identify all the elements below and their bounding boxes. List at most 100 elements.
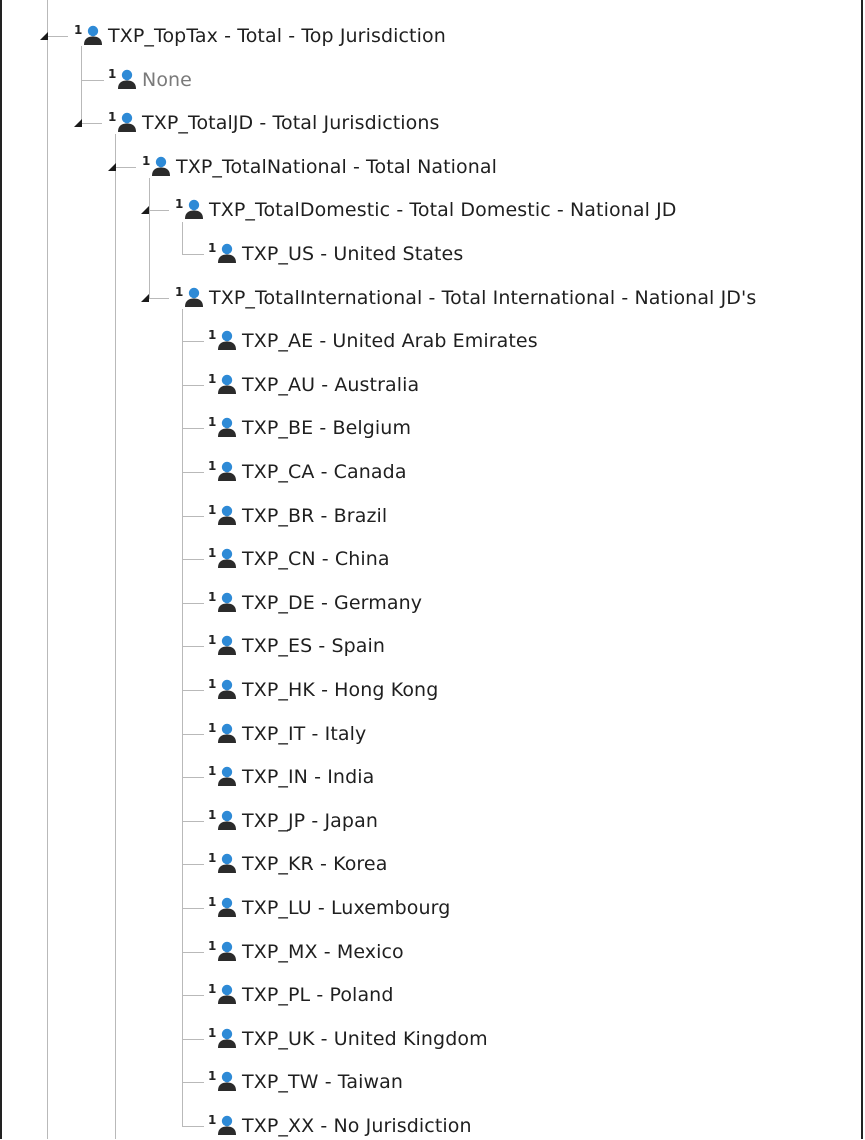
member-icon: 1 [208, 241, 238, 266]
tree-node-label: TXP_TopTax - Total - Top Jurisdiction [108, 25, 446, 47]
tree-node-label: TXP_KR - Korea [242, 853, 388, 876]
tree-node-be[interactable]: 1 TXP_BE - Belgium [208, 414, 411, 442]
tree-node-label: TXP_BE - Belgium [242, 417, 412, 440]
tree-connector [149, 297, 169, 299]
member-icon: 1 [208, 328, 238, 353]
tree-node-label: TXP_CA - Canada [242, 461, 407, 483]
tree-connector [182, 777, 204, 779]
tree-connector [182, 1082, 204, 1084]
tree-connector [182, 559, 204, 561]
tree-node-label: TXP_TotalInternational - Total Internati… [209, 286, 757, 309]
tree-node-none[interactable]: 1 None [108, 66, 192, 94]
member-icon: 1 [208, 939, 238, 964]
member-icon: 1 [208, 764, 238, 789]
tree-connector [182, 1038, 204, 1040]
member-icon: 1 [208, 415, 238, 440]
member-icon: 1 [74, 23, 104, 48]
tree-node-label: TXP_AE - United Arab Emirates [242, 330, 538, 353]
tree-connector [182, 995, 204, 997]
tree-connector [182, 384, 204, 386]
tree-node-label: TXP_HK - Hong Kong [242, 679, 439, 701]
tree-connector [182, 864, 204, 866]
tree-node-toptax[interactable]: 1 TXP_TopTax - Total - Top Jurisdiction [74, 22, 446, 50]
tree-connector [182, 428, 204, 430]
tree-node-label: TXP_CN - China [242, 548, 390, 571]
tree-node-ca[interactable]: 1 TXP_CA - Canada [208, 458, 407, 486]
member-icon: 1 [208, 982, 238, 1007]
tree-node-label: TXP_MX - Mexico [242, 940, 404, 963]
tree-connector [182, 690, 204, 691]
member-icon: 1 [208, 677, 238, 702]
tree-connector [182, 733, 204, 735]
tree-node-totaljd[interactable]: 1 TXP_TotalJD - Total Jurisdictions [108, 109, 440, 137]
tree-guide-line [81, 46, 82, 123]
tree-node-kr[interactable]: 1 TXP_KR - Korea [208, 850, 387, 878]
member-icon: 1 [208, 372, 238, 397]
tree-node-label: TXP_US - United States [242, 243, 464, 265]
tree-node-es[interactable]: 1 TXP_ES - Spain [208, 632, 385, 660]
tree-node-label: TXP_TotalNational - Total National [176, 155, 498, 178]
tree-node-label: TXP_DE - Germany [242, 591, 423, 614]
tree-node-label: TXP_BR - Brazil [242, 504, 388, 527]
tree-node-totaldomestic[interactable]: 1 TXP_TotalDomestic - Total Domestic - N… [175, 196, 677, 224]
expand-toggle-icon[interactable] [141, 293, 149, 302]
tree-node-jp[interactable]: 1 TXP_JP - Japan [208, 807, 378, 835]
member-icon: 1 [175, 197, 205, 222]
expand-toggle-icon[interactable] [108, 162, 116, 171]
tree-node-totalinternational[interactable]: 1 TXP_TotalInternational - Total Interna… [175, 284, 756, 312]
tree-node-xx[interactable]: 1 TXP_XX - No Jurisdiction [208, 1112, 472, 1140]
member-icon: 1 [208, 503, 238, 528]
member-icon: 1 [208, 459, 238, 484]
tree-connector [182, 602, 204, 604]
tree-node-label: TXP_TW - Taiwan [242, 1071, 404, 1094]
member-icon: 1 [175, 285, 205, 310]
tree-node-br[interactable]: 1 TXP_BR - Brazil [208, 502, 387, 530]
expand-toggle-icon[interactable] [74, 119, 82, 128]
tree-node-label: TXP_UK - United Kingdom [242, 1027, 488, 1050]
tree-node-uk[interactable]: 1 TXP_UK - United Kingdom [208, 1025, 488, 1053]
tree-node-lu[interactable]: 1 TXP_LU - Luxembourg [208, 894, 450, 922]
tree-node-it[interactable]: 1 TXP_IT - Italy [208, 720, 366, 748]
expand-toggle-icon[interactable] [40, 32, 48, 40]
tree-connector [116, 166, 136, 168]
tree-connector [182, 820, 204, 822]
member-icon: 1 [208, 546, 238, 571]
tree-node-label: TXP_XX - No Jurisdiction [242, 1115, 472, 1137]
tree-node-label: TXP_IN - India [242, 766, 375, 789]
tree-node-mx[interactable]: 1 TXP_MX - Mexico [208, 938, 404, 966]
tree-node-pl[interactable]: 1 TXP_PL - Poland [208, 981, 394, 1009]
member-icon: 1 [208, 1069, 238, 1094]
tree-node-hk[interactable]: 1 TXP_HK - Hong Kong [208, 676, 438, 704]
tree-node-tw[interactable]: 1 TXP_TW - Taiwan [208, 1068, 403, 1096]
tree-connector [182, 908, 204, 909]
member-icon: 1 [208, 1113, 238, 1138]
tree-node-de[interactable]: 1 TXP_DE - Germany [208, 589, 422, 617]
tree-guide-line [115, 134, 116, 1139]
member-icon: 1 [208, 851, 238, 876]
tree-connector [48, 36, 68, 37]
tree-node-ae[interactable]: 1 TXP_AE - United Arab Emirates [208, 327, 538, 355]
tree-guide-line [47, 0, 48, 36]
member-icon: 1 [208, 895, 238, 920]
tree-node-label: None [142, 68, 192, 91]
member-icon: 1 [108, 110, 138, 135]
tree-node-in[interactable]: 1 TXP_IN - India [208, 763, 374, 791]
tree-connector [182, 254, 204, 255]
tree-connector [82, 123, 102, 125]
tree-connector [81, 79, 104, 81]
tree-node-label: TXP_TotalJD - Total Jurisdictions [142, 112, 440, 135]
tree-connector [182, 951, 204, 953]
member-icon: 1 [208, 633, 238, 658]
member-icon: 1 [208, 808, 238, 833]
tree-node-label: TXP_AU - Australia [242, 373, 420, 396]
tree-node-us[interactable]: 1 TXP_US - United States [208, 240, 463, 268]
member-icon: 1 [208, 590, 238, 615]
expand-toggle-icon[interactable] [141, 206, 149, 215]
tree-node-au[interactable]: 1 TXP_AU - Australia [208, 371, 419, 399]
tree-node-totalnational[interactable]: 1 TXP_TotalNational - Total National [142, 153, 497, 181]
tree-node-label: TXP_LU - Luxembourg [242, 897, 451, 919]
tree-node-cn[interactable]: 1 TXP_CN - China [208, 545, 390, 573]
member-icon: 1 [208, 1026, 238, 1051]
tree-connector [149, 210, 169, 212]
tree-connector [182, 341, 204, 343]
